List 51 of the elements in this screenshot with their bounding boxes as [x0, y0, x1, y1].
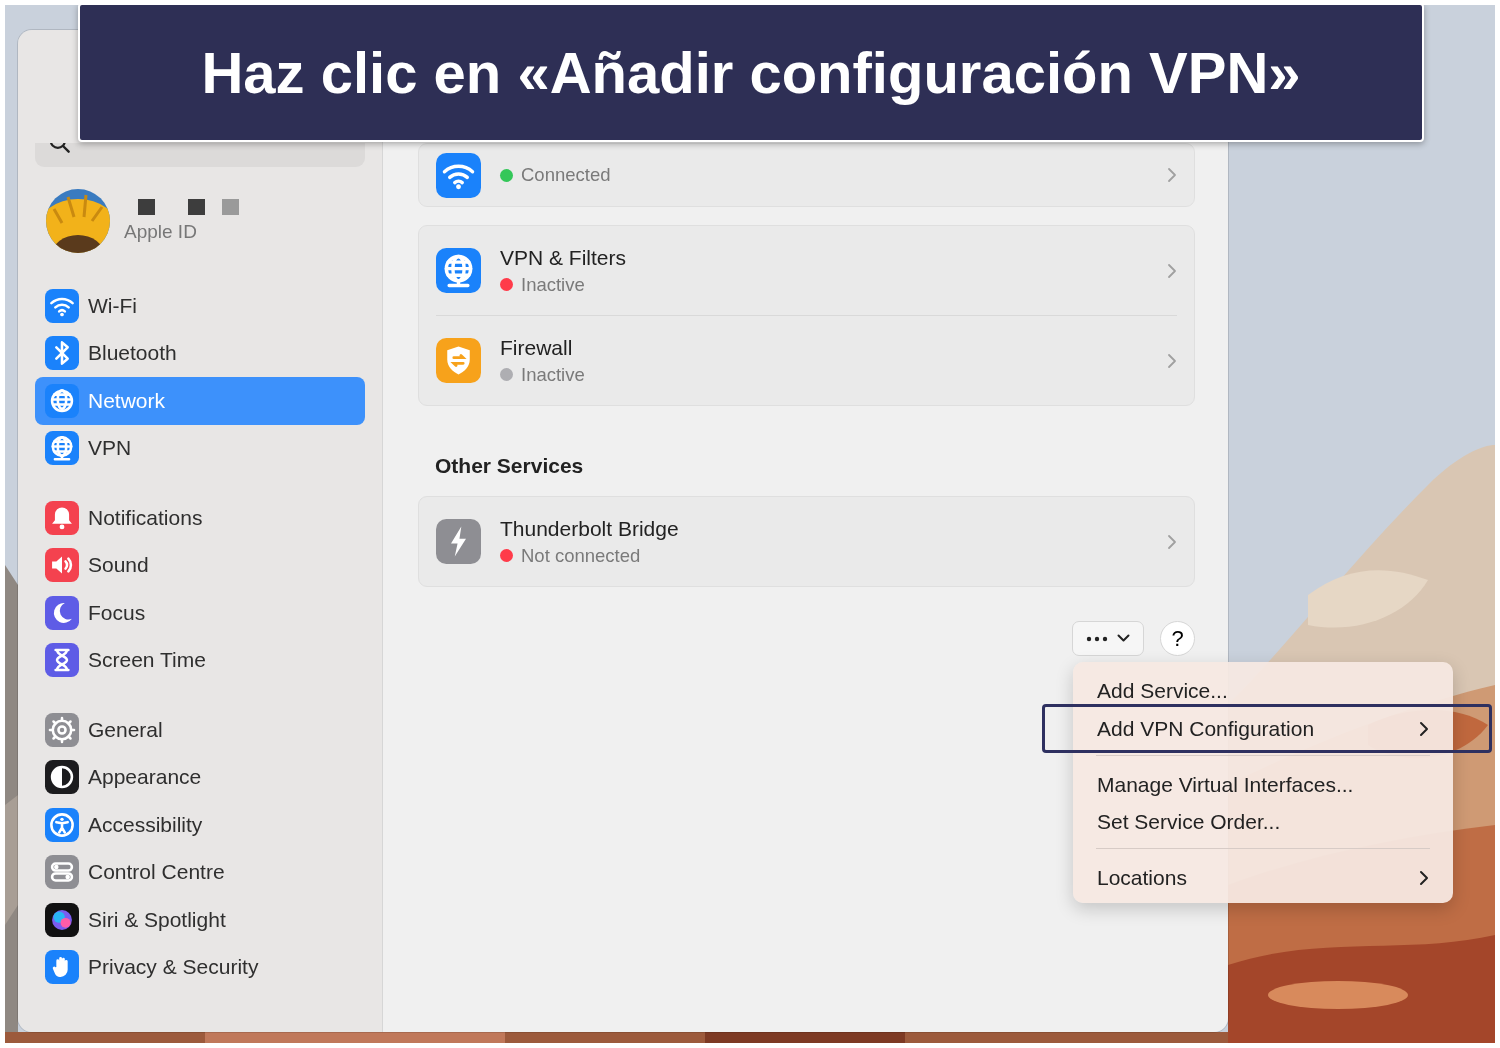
service-status: Inactive	[521, 363, 585, 386]
search-field[interactable]	[35, 143, 365, 167]
service-title[interactable]: Firewall	[500, 335, 573, 360]
section-heading: Other Services	[435, 454, 584, 478]
moon-icon	[45, 595, 79, 630]
sidebar-item[interactable]: Control Centre	[35, 848, 365, 896]
service-status: Connected	[521, 164, 611, 186]
toggles-icon	[45, 855, 79, 890]
sidebar-item[interactable]: Screen Time	[35, 636, 365, 684]
accessibility-icon	[45, 807, 79, 842]
sidebar-item[interactable]: VPN	[35, 424, 365, 472]
sidebar-item[interactable]: Notifications	[35, 494, 365, 542]
contrast-icon	[45, 760, 79, 795]
service-status: Not connected	[521, 544, 641, 567]
sidebar-item[interactable]: Sound	[35, 541, 365, 589]
instruction-banner: Haz clic en «Añadir configuración VPN»	[78, 5, 1424, 142]
chevron-icon[interactable]	[1167, 262, 1177, 279]
sidebar-item[interactable]: Bluetooth	[35, 329, 365, 377]
account-label: Apple ID	[124, 221, 198, 243]
chevron-icon[interactable]	[1167, 167, 1177, 183]
service-title[interactable]: VPN & Filters	[500, 245, 627, 270]
chevron-icon[interactable]	[1167, 533, 1177, 550]
wifi-icon	[436, 152, 481, 198]
gear-icon	[45, 712, 79, 747]
orb-icon	[45, 902, 79, 937]
globe-icon	[436, 248, 481, 293]
speaker-icon	[45, 548, 79, 583]
chevron-icon[interactable]	[1167, 352, 1177, 369]
bluetooth-icon	[45, 336, 79, 371]
globe-icon	[45, 383, 79, 418]
bell-icon	[45, 500, 79, 535]
bolt-icon	[436, 519, 481, 564]
ellipsis-icon	[1086, 635, 1108, 642]
sidebar-item[interactable]: General	[35, 706, 365, 754]
globe-icon	[45, 431, 79, 466]
sidebar-item[interactable]: Accessibility	[35, 801, 365, 849]
chevron-down-icon	[1117, 634, 1130, 643]
help-button[interactable]: ?	[1160, 621, 1195, 656]
search-icon	[47, 143, 73, 156]
more-actions-button[interactable]	[1072, 621, 1144, 656]
shield-icon	[436, 338, 481, 383]
service-status: Inactive	[521, 273, 585, 296]
hourglass-icon	[45, 643, 79, 678]
sidebar-item[interactable]: Privacy & Security	[35, 943, 365, 991]
wifi-icon	[45, 288, 79, 323]
hand-icon	[45, 950, 79, 985]
sidebar-item[interactable]: Wi-Fi	[35, 282, 365, 330]
sidebar-item[interactable]: Appearance	[35, 753, 365, 801]
sidebar-item[interactable]: Focus	[35, 589, 365, 637]
sidebar-item[interactable]: Siri & Spotlight	[35, 896, 365, 944]
service-title[interactable]: Thunderbolt Bridge	[500, 516, 679, 541]
